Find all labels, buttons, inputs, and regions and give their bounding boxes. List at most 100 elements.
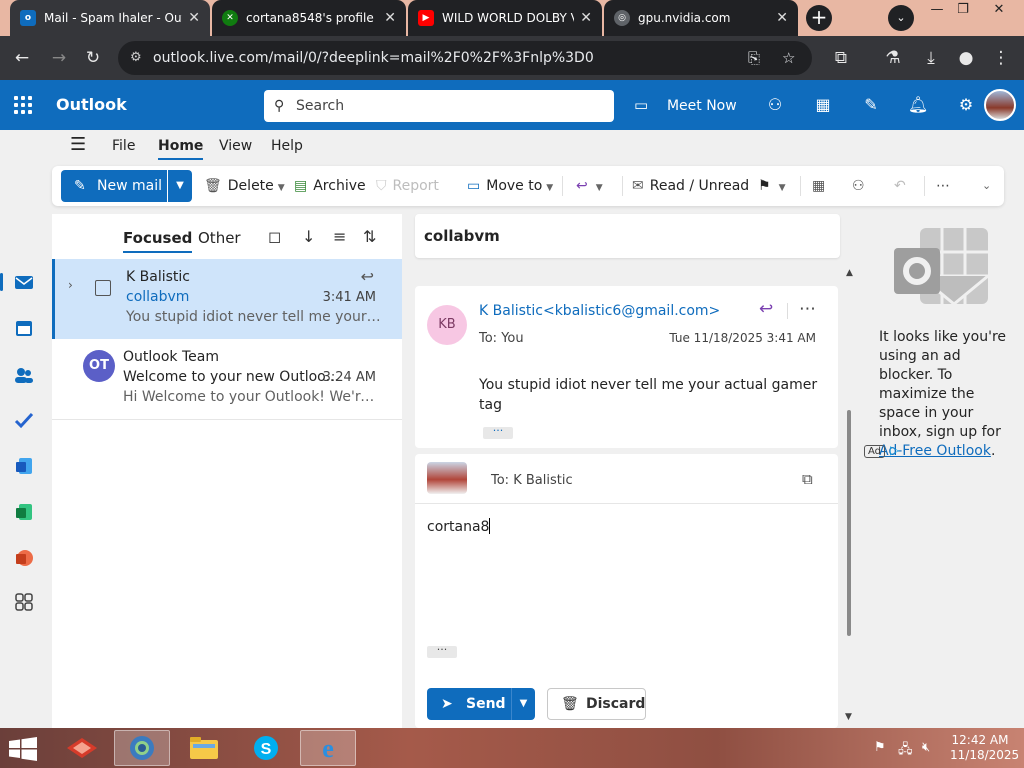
list-divider <box>52 419 402 420</box>
tab-home[interactable]: Home <box>158 138 204 160</box>
people-icon[interactable] <box>12 363 36 387</box>
expand-ribbon-chevron-icon[interactable]: ⌄ <box>982 166 991 206</box>
rail-selection-indicator <box>0 273 3 291</box>
install-app-icon[interactable]: ⎘ <box>748 41 760 75</box>
new-tab-button[interactable]: + <box>806 5 832 31</box>
windows-start-icon[interactable] <box>8 737 38 761</box>
account-avatar[interactable] <box>984 89 1016 121</box>
labs-flask-icon[interactable]: ⚗ <box>880 45 906 71</box>
app-launcher-icon[interactable] <box>14 96 32 114</box>
notifications-bell-icon[interactable]: 🔔︎ <box>907 92 929 118</box>
hamburger-menu-icon[interactable]: ☰ <box>70 134 86 155</box>
select-all-icon[interactable]: ◻ <box>268 227 281 246</box>
excel-icon[interactable] <box>12 500 36 524</box>
todo-check-icon[interactable] <box>12 408 36 432</box>
report-button[interactable]: ⛉ Report <box>376 166 439 206</box>
calendar-icon[interactable] <box>12 316 36 340</box>
youtube-favicon-icon: ▶ <box>418 10 434 26</box>
reading-pane-scrollbar[interactable] <box>846 270 852 720</box>
word-online-icon[interactable]: ▦ <box>812 92 834 118</box>
reply-all-button[interactable]: ↩ ▼ <box>576 166 603 206</box>
system-clock[interactable]: 12:42 AM 11/18/2025 <box>950 733 1019 763</box>
tab-xbox-profile[interactable]: ✕ cortana8548's profile | X ✕ <box>212 0 406 36</box>
move-to-button[interactable]: ▭ Move to ▼ <box>467 166 553 206</box>
restore-icon[interactable]: ❐ <box>948 0 978 22</box>
sender-address[interactable]: K Balistic<kbalistic6@gmail.com> <box>479 303 720 319</box>
scroll-down-arrow-icon[interactable]: ▼ <box>845 712 852 722</box>
show-trimmed-content-icon[interactable]: ··· <box>427 644 457 658</box>
show-quoted-ellipsis-icon[interactable]: ··· <box>483 425 513 439</box>
close-tab-icon[interactable]: ✕ <box>188 10 200 26</box>
filter-icon[interactable]: ≡ <box>333 227 346 246</box>
close-window-icon[interactable]: ✕ <box>984 0 1014 22</box>
internet-explorer-icon[interactable]: e <box>300 730 356 766</box>
taskbar-browser-icon[interactable] <box>114 730 170 766</box>
more-options-icon[interactable]: ⋯ <box>936 166 950 206</box>
select-checkbox[interactable] <box>95 280 111 296</box>
my-day-icon[interactable]: ✎ <box>860 92 882 118</box>
more-actions-icon[interactable]: ⋯ <box>799 299 816 319</box>
tab-other[interactable]: Other <box>198 229 241 247</box>
downloads-icon[interactable]: ⤓ <box>918 45 944 71</box>
word-icon[interactable] <box>12 454 36 478</box>
site-info-icon[interactable]: ⚙ <box>130 41 142 75</box>
skype-icon[interactable]: S <box>238 730 294 766</box>
browser-menu-icon[interactable]: ⋮ <box>988 45 1014 71</box>
close-tab-icon[interactable]: ✕ <box>580 10 592 26</box>
tab-youtube[interactable]: ▶ WILD WORLD DOLBY VI ✕ <box>408 0 602 36</box>
new-mail-button[interactable]: ✎ New mail <box>61 170 167 202</box>
tab-focused[interactable]: Focused <box>123 229 193 253</box>
undo-icon[interactable]: ↶ <box>894 166 906 206</box>
tab-outlook-mail[interactable]: o Mail - Spam Ihaler - Out ✕ <box>10 0 210 36</box>
tab-help[interactable]: Help <box>271 138 303 154</box>
ad-choices-icon[interactable]: ▷ <box>890 443 899 457</box>
new-mail-dropdown-icon[interactable]: ▼ <box>168 170 192 202</box>
more-apps-icon[interactable] <box>12 590 36 614</box>
outlook-brand[interactable]: Outlook <box>56 95 127 114</box>
volume-muted-icon[interactable]: 🔇︎ <box>922 740 930 755</box>
expand-chevron-icon[interactable]: › <box>68 278 73 292</box>
compose-body-input[interactable]: cortana8 <box>427 518 491 535</box>
teams-icon[interactable]: ⚇ <box>764 92 786 118</box>
close-tab-icon[interactable]: ✕ <box>384 10 396 26</box>
discard-button[interactable]: 🗑︎ Discard <box>547 688 646 720</box>
tab-search-chevron-icon[interactable]: ⌄ <box>888 5 914 31</box>
meet-now-button[interactable]: ▭ Meet Now <box>634 92 737 118</box>
send-button[interactable]: ➤ Send <box>427 688 511 720</box>
compose-to-line[interactable]: To: K Balistic <box>491 473 573 488</box>
bookmark-star-icon[interactable]: ☆ <box>782 41 795 75</box>
tab-view[interactable]: View <box>219 138 252 154</box>
action-center-flag-icon[interactable]: ⚑ <box>874 740 886 755</box>
extensions-icon[interactable]: ⧉ <box>828 45 854 71</box>
sort-icon[interactable]: ⇅ <box>363 227 376 246</box>
back-icon[interactable]: ← <box>9 45 35 71</box>
flag-button[interactable]: ⚑ ▼ <box>758 166 785 206</box>
pop-out-icon[interactable]: ⧉ <box>802 470 813 488</box>
file-explorer-icon[interactable] <box>176 730 232 766</box>
mail-icon[interactable] <box>12 270 36 294</box>
tab-gpu-nvidia[interactable]: ◎ gpu.nvidia.com ✕ <box>604 0 798 36</box>
network-icon[interactable]: 🖧︎ <box>898 740 913 762</box>
chevron-down-icon: ▼ <box>277 183 285 193</box>
scrollbar-thumb[interactable] <box>847 410 851 636</box>
forward-icon[interactable]: → <box>46 45 72 71</box>
list-item[interactable]: OT Outlook Team Welcome to your new Outl… <box>52 339 402 419</box>
delete-button[interactable]: 🗑︎ Delete ▼ <box>204 166 285 206</box>
send-options-dropdown-icon[interactable]: ▼ <box>511 688 535 720</box>
search-input[interactable]: ⚲ Search <box>264 90 614 122</box>
jump-to-icon[interactable]: ↓ <box>302 227 315 246</box>
close-tab-icon[interactable]: ✕ <box>776 10 788 26</box>
powerpoint-icon[interactable] <box>12 546 36 570</box>
immersive-reader-icon[interactable]: ⚇ <box>852 166 865 206</box>
settings-gear-icon[interactable]: ⚙ <box>955 92 977 118</box>
rules-icon[interactable]: ▦ <box>812 166 825 206</box>
archive-button[interactable]: ▤ Archive <box>294 166 366 206</box>
list-item[interactable]: › K Balistic ↩ collabvm 3:41 AM You stup… <box>52 259 402 339</box>
tab-file[interactable]: File <box>112 138 135 154</box>
reload-icon[interactable]: ↻ <box>80 45 106 71</box>
address-bar[interactable]: ⚙ outlook.live.com/mail/0/?deeplink=mail… <box>118 41 812 75</box>
taskbar-app-icon[interactable] <box>54 730 110 766</box>
profile-icon[interactable]: ● <box>953 45 979 71</box>
reply-icon[interactable]: ↩ <box>759 299 773 319</box>
read-unread-button[interactable]: ✉ Read / Unread <box>632 166 749 206</box>
